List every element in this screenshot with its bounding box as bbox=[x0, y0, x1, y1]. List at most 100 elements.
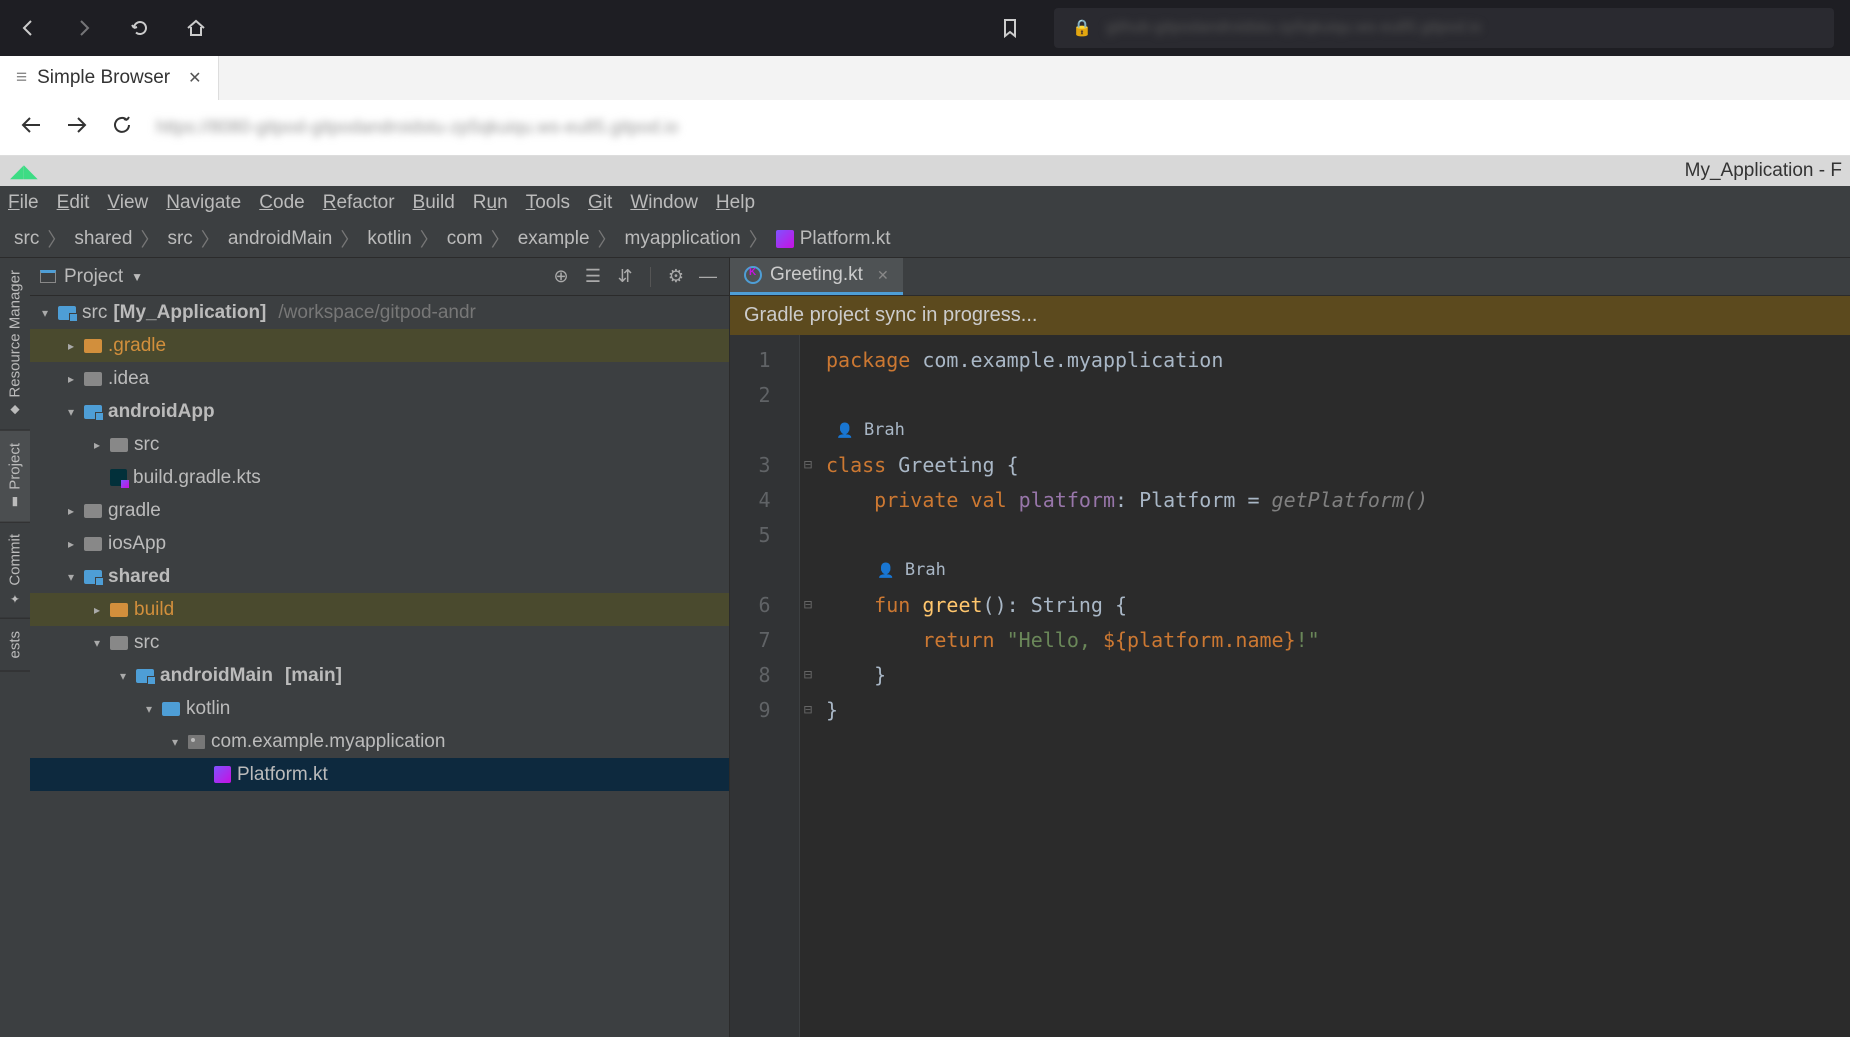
address-url: github-gitpodandroidstu-zp5qkuiqu.ws-eu8… bbox=[1106, 19, 1481, 37]
tree-item[interactable]: ▾shared bbox=[30, 560, 729, 593]
menu-refactor[interactable]: Refactor bbox=[323, 192, 395, 214]
menu-tools[interactable]: Tools bbox=[526, 192, 570, 214]
tree-item[interactable]: ▾com.example.myapplication bbox=[30, 725, 729, 758]
menu-git[interactable]: Git bbox=[588, 192, 612, 214]
person-icon: 👤 bbox=[877, 563, 894, 579]
menu-edit[interactable]: Edit bbox=[57, 192, 90, 214]
crumb[interactable]: androidMain bbox=[228, 228, 333, 250]
tree-item-suffix: [main] bbox=[285, 665, 342, 687]
crumb[interactable]: myapplication bbox=[625, 228, 741, 250]
chevron-down-icon[interactable]: ▾ bbox=[90, 636, 104, 650]
address-bar[interactable]: 🔒 github-gitpodandroidstu-zp5qkuiqu.ws-e… bbox=[1054, 8, 1834, 48]
module-icon bbox=[84, 570, 102, 584]
menu-help[interactable]: Help bbox=[716, 192, 755, 214]
chevron-down-icon[interactable]: ▾ bbox=[116, 669, 130, 683]
line-number: 7 bbox=[730, 623, 799, 658]
main-area: ◆Resource Manager ▮Project ✦Commit ests … bbox=[0, 258, 1850, 1037]
menu-run[interactable]: Run bbox=[473, 192, 508, 214]
fold-end-icon[interactable]: ⊟ bbox=[800, 693, 816, 728]
tree-item-label: .idea bbox=[108, 368, 149, 390]
nav-forward-icon[interactable] bbox=[66, 116, 88, 139]
chevron-right-icon[interactable]: ▸ bbox=[64, 339, 78, 353]
collapse-all-icon[interactable]: ⇵ bbox=[614, 266, 636, 287]
tool-tab-resource-manager[interactable]: ◆Resource Manager bbox=[0, 258, 30, 431]
project-view-dropdown[interactable]: Project ▼ bbox=[40, 266, 143, 288]
chevron-down-icon[interactable]: ▾ bbox=[142, 702, 156, 716]
line-number: 2 bbox=[730, 378, 799, 413]
nav-url[interactable]: https://8080-gitpod-gitpodandroidstu-zp5… bbox=[156, 117, 678, 138]
back-icon[interactable] bbox=[16, 16, 40, 40]
menu-view[interactable]: View bbox=[107, 192, 148, 214]
tree-item-label: kotlin bbox=[186, 698, 230, 720]
tree-item-label: build.gradle.kts bbox=[133, 467, 261, 489]
crumb-file[interactable]: Platform.kt bbox=[776, 228, 891, 250]
editor-tab-greeting[interactable]: Greeting.kt ✕ bbox=[730, 258, 903, 295]
tree-item[interactable]: build.gradle.kts bbox=[30, 461, 729, 494]
crumb[interactable]: example bbox=[518, 228, 590, 250]
bookmark-icon[interactable] bbox=[998, 16, 1022, 40]
project-panel-header: Project ▼ ⊕ ☰ ⇵ ⚙ — bbox=[30, 258, 729, 296]
menu-code[interactable]: Code bbox=[259, 192, 304, 214]
chevron-down-icon[interactable]: ▾ bbox=[64, 570, 78, 584]
chevron-right-icon[interactable]: ▸ bbox=[64, 372, 78, 386]
tree-item-label: .gradle bbox=[108, 335, 166, 357]
close-icon[interactable]: ✕ bbox=[877, 267, 889, 284]
folder-grey-icon bbox=[110, 636, 128, 650]
forward-icon[interactable] bbox=[72, 16, 96, 40]
chevron-down-icon[interactable]: ▾ bbox=[168, 735, 182, 749]
tree-item[interactable]: ▸build bbox=[30, 593, 729, 626]
person-icon: 👤 bbox=[836, 423, 853, 439]
module-icon bbox=[58, 306, 76, 320]
module-icon bbox=[136, 669, 154, 683]
tool-tab-commit[interactable]: ✦Commit bbox=[0, 522, 30, 619]
code-editor[interactable]: 123456789 ⊟ ⊟ ⊟ ⊟ package com.example.my… bbox=[730, 335, 1850, 1037]
android-studio-titlebar: ◢◣ My_Application - F bbox=[0, 156, 1850, 186]
home-icon[interactable] bbox=[184, 16, 208, 40]
crumb[interactable]: src bbox=[14, 228, 39, 250]
hide-icon[interactable]: — bbox=[697, 266, 719, 287]
folder-blue-icon bbox=[162, 702, 180, 716]
tab-simple-browser[interactable]: ≡ Simple Browser ✕ bbox=[0, 56, 219, 100]
crumb[interactable]: kotlin bbox=[367, 228, 411, 250]
crumb[interactable]: shared bbox=[74, 228, 132, 250]
kt-icon bbox=[214, 766, 231, 783]
nav-refresh-icon[interactable] bbox=[112, 115, 132, 140]
tree-item[interactable]: ▾ src bbox=[30, 626, 729, 659]
tree-item[interactable]: ▾androidMain[main] bbox=[30, 659, 729, 692]
chevron-down-icon[interactable]: ▾ bbox=[38, 306, 52, 320]
tree-item[interactable]: ▸ .gradle bbox=[30, 329, 729, 362]
tree-item[interactable]: ▾androidApp bbox=[30, 395, 729, 428]
chevron-right-icon[interactable]: ▸ bbox=[64, 504, 78, 518]
tool-tab-tests[interactable]: ests bbox=[0, 619, 30, 672]
locate-icon[interactable]: ⊕ bbox=[550, 266, 572, 287]
tool-tab-project[interactable]: ▮Project bbox=[0, 431, 30, 523]
menu-window[interactable]: Window bbox=[630, 192, 698, 214]
close-icon[interactable]: ✕ bbox=[188, 68, 201, 88]
expand-all-icon[interactable]: ☰ bbox=[582, 266, 604, 287]
tree-item[interactable]: ▸ .idea bbox=[30, 362, 729, 395]
chevron-right-icon[interactable]: ▸ bbox=[90, 438, 104, 452]
chevron-right-icon[interactable]: ▸ bbox=[90, 603, 104, 617]
fold-marker-icon[interactable]: ⊟ bbox=[800, 448, 816, 483]
tree-item[interactable]: ▸src bbox=[30, 428, 729, 461]
tree-item[interactable]: Platform.kt bbox=[30, 758, 729, 791]
tree-item[interactable]: ▾ kotlin bbox=[30, 692, 729, 725]
chevron-down-icon[interactable]: ▾ bbox=[64, 405, 78, 419]
crumb[interactable]: com bbox=[447, 228, 483, 250]
gear-icon[interactable]: ⚙ bbox=[665, 266, 687, 287]
fold-end-icon[interactable]: ⊟ bbox=[800, 658, 816, 693]
tree-item[interactable]: ▸gradle bbox=[30, 494, 729, 527]
menu-file[interactable]: File bbox=[8, 192, 39, 214]
crumb[interactable]: src bbox=[167, 228, 192, 250]
code-content[interactable]: package com.example.myapplication 👤 Brah… bbox=[816, 335, 1850, 1037]
tree-item[interactable]: ▸iosApp bbox=[30, 527, 729, 560]
menu-build[interactable]: Build bbox=[413, 192, 455, 214]
menu-navigate[interactable]: Navigate bbox=[166, 192, 241, 214]
nav-back-icon[interactable] bbox=[20, 116, 42, 139]
module-icon bbox=[84, 405, 102, 419]
tree-item-label: src bbox=[134, 632, 159, 654]
tree-root[interactable]: ▾ src [My_Application] /workspace/gitpod… bbox=[30, 296, 729, 329]
refresh-icon[interactable] bbox=[128, 16, 152, 40]
chevron-right-icon[interactable]: ▸ bbox=[64, 537, 78, 551]
fold-marker-icon[interactable]: ⊟ bbox=[800, 588, 816, 623]
